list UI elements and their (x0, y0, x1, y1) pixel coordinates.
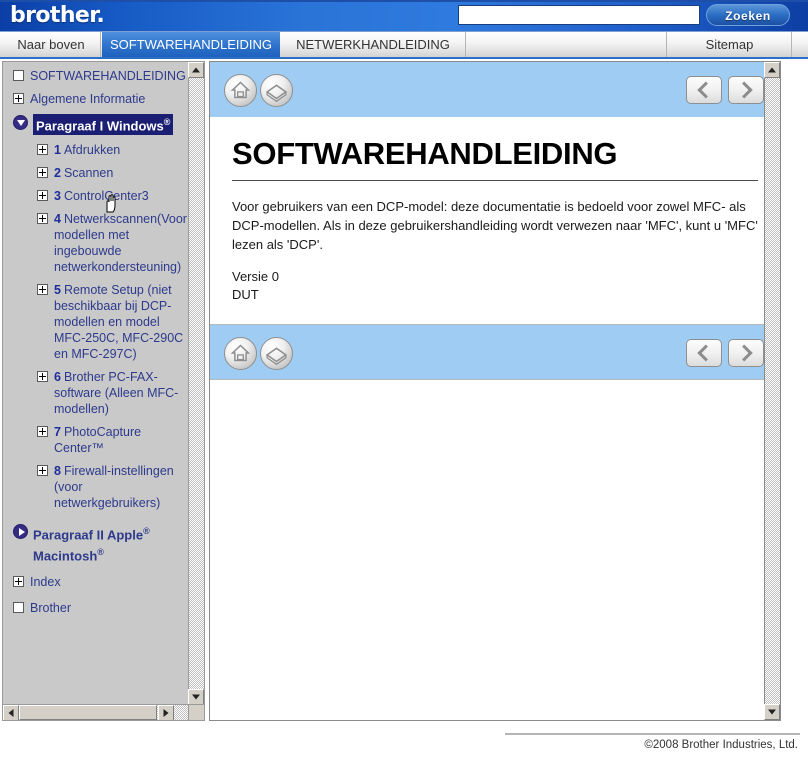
intro-paragraph: Voor gebruikers van een DCP-model: deze … (232, 199, 758, 252)
brother-logo: brother. (10, 3, 105, 28)
sidebar-horizontal-scrollbar[interactable] (3, 704, 189, 720)
tree-item-label: 7 PhotoCapture Center™ (54, 425, 142, 456)
page-root: brother. Zoeken Naar boven SOFTWAREHANDL… (0, 0, 808, 769)
content-nav-top (210, 62, 780, 118)
tree-item-number: 1 (54, 143, 61, 158)
title-rule (232, 180, 758, 181)
scroll-up-button[interactable] (188, 62, 204, 78)
sidebar-vertical-scrollbar[interactable] (188, 62, 204, 705)
tree-item-number: 7 (54, 425, 61, 440)
expand-plus-icon[interactable] (13, 93, 24, 104)
copyright-text: ©2008 Brother Industries, Ltd. (644, 739, 798, 751)
collapse-circle-down-icon[interactable] (13, 115, 28, 130)
tree-item-photocapture-center[interactable]: 7 PhotoCapture Center™ (3, 424, 189, 456)
expand-plus-icon[interactable] (37, 144, 48, 156)
tab-sitemap[interactable]: Sitemap (668, 32, 792, 57)
expand-plus-icon[interactable] (37, 371, 48, 383)
expand-plus-icon[interactable] (37, 213, 48, 225)
tree-item-number: 3 (54, 189, 61, 204)
tab-naar-boven[interactable]: Naar boven (2, 32, 101, 57)
previous-page-button[interactable] (686, 339, 722, 367)
scroll-left-button[interactable] (3, 705, 19, 720)
tree-item-label: 1 Afdrukken (54, 143, 121, 158)
tree-item-label: Paragraaf II Apple® Macintosh® (33, 526, 150, 563)
page-footer: ©2008 Brother Industries, Ltd. (0, 723, 808, 769)
tab-softwarehandleiding[interactable]: SOFTWAREHANDLEIDING (102, 32, 280, 57)
tab-bar: Naar boven SOFTWAREHANDLEIDING NETWERKHA… (0, 32, 808, 59)
tree-item-label: 5 Remote Setup (niet beschikbaar bij DCP-… (54, 283, 184, 362)
expand-plus-icon[interactable] (37, 167, 48, 179)
tree-item-brother[interactable]: Brother (3, 600, 189, 616)
tree-item-brother-pc-fax[interactable]: 6 Brother PC-FAX-software (Alleen MFC-mod… (3, 369, 189, 417)
home-icon[interactable] (224, 337, 257, 370)
version-line: Versie 0 (232, 269, 279, 284)
tree-item-netwerkscannen[interactable]: 4 Netwerkscannen(Voor modellen met ingebo… (3, 211, 189, 275)
tree-item-controlcenter3[interactable]: 3 ControlCenter3 (3, 188, 189, 204)
brand-bar: brother. Zoeken (0, 0, 808, 32)
expand-plus-icon[interactable] (37, 190, 48, 202)
book-icon[interactable] (260, 74, 293, 107)
next-page-button[interactable] (728, 339, 764, 367)
book-icon[interactable] (260, 337, 293, 370)
language-line: DUT (232, 287, 259, 302)
page-title: SOFTWAREHANDLEIDING (232, 136, 618, 171)
tree-item-label: Paragraaf I Windows® (33, 114, 174, 136)
expand-plus-icon[interactable] (13, 575, 24, 587)
tree-item-algemene-informatie[interactable]: Algemene Informatie (3, 91, 189, 107)
previous-page-button[interactable] (686, 76, 722, 104)
horizontal-scroll-thumb[interactable] (19, 705, 157, 720)
tree-item-number: 6 (54, 370, 61, 385)
registered-mark: ® (163, 117, 171, 127)
tree-item-paragraaf-ii-apple-macintosh[interactable]: Paragraaf II Apple® Macintosh® (3, 523, 189, 564)
tree-item-label: SOFTWAREHANDLEIDING (30, 69, 186, 83)
tree-item-label: 6 Brother PC-FAX-software (Alleen MFC-mod… (54, 370, 179, 417)
tree-item-number: 5 (54, 283, 61, 298)
expand-box-icon[interactable] (13, 601, 24, 613)
expand-plus-icon[interactable] (37, 426, 48, 438)
next-page-button[interactable] (728, 76, 764, 104)
expand-circle-right-icon[interactable] (13, 524, 28, 540)
tree-item-label: 4 Netwerkscannen(Voor modellen met ingebo… (54, 212, 187, 275)
registered-mark: ® (97, 546, 104, 557)
search-button[interactable]: Zoeken (706, 4, 790, 26)
tree-item-label: 2 Scannen (54, 166, 114, 181)
footer-rule (505, 733, 800, 735)
expand-plus-icon[interactable] (37, 284, 48, 296)
tree-item-label: Algemene Informatie (30, 92, 146, 106)
tree-item-scannen[interactable]: 2 Scannen (3, 165, 189, 181)
content-scroll-down-button[interactable] (764, 704, 780, 720)
tree-item-label: Brother (30, 600, 71, 615)
tree-item-softwarehandleiding[interactable]: SOFTWAREHANDLEIDING (3, 68, 189, 84)
expand-box-icon[interactable] (13, 70, 24, 81)
sidebar: SOFTWAREHANDLEIDING Algemene Informatie … (2, 61, 205, 721)
tree-item-label: 8 Firewall-instellingen (voor netwerkgebr… (54, 464, 174, 511)
tree-item-afdrukken[interactable]: 1 Afdrukken (3, 142, 189, 158)
tree-item-number: 2 (54, 166, 61, 181)
content-pane: SOFTWAREHANDLEIDING Voor gebruikers van … (209, 61, 781, 721)
tree-item-label: Index (30, 574, 61, 589)
content-scroll-up-button[interactable] (764, 62, 780, 78)
tree-item-paragraaf-i-windows[interactable]: Paragraaf I Windows® (3, 114, 189, 136)
tab-netwerkhandleiding[interactable]: NETWERKHANDLEIDING (281, 32, 466, 57)
expand-plus-icon[interactable] (37, 465, 48, 477)
navigation-tree: SOFTWAREHANDLEIDING Algemene Informatie … (3, 62, 189, 705)
document-body: SOFTWAREHANDLEIDING Voor gebruikers van … (210, 118, 780, 316)
tree-item-number: 8 (54, 464, 61, 479)
tab-spacer (467, 32, 667, 57)
tree-item-firewall-instellingen[interactable]: 8 Firewall-instellingen (voor netwerkgebr… (3, 463, 189, 511)
tree-item-number: 4 (54, 212, 61, 227)
tree-item-index[interactable]: Index (3, 574, 189, 590)
scroll-right-button[interactable] (158, 705, 174, 720)
scroll-down-button[interactable] (188, 689, 204, 705)
search-input[interactable] (458, 5, 700, 25)
content-vertical-scrollbar[interactable] (764, 62, 780, 720)
tree-item-label: 3 ControlCenter3 (54, 189, 149, 204)
content-nav-bottom (210, 324, 780, 380)
home-icon[interactable] (224, 74, 257, 107)
registered-mark: ® (143, 526, 150, 537)
scrollbar-corner (188, 704, 204, 720)
tree-item-remote-setup[interactable]: 5 Remote Setup (niet beschikbaar bij DCP-… (3, 282, 189, 362)
